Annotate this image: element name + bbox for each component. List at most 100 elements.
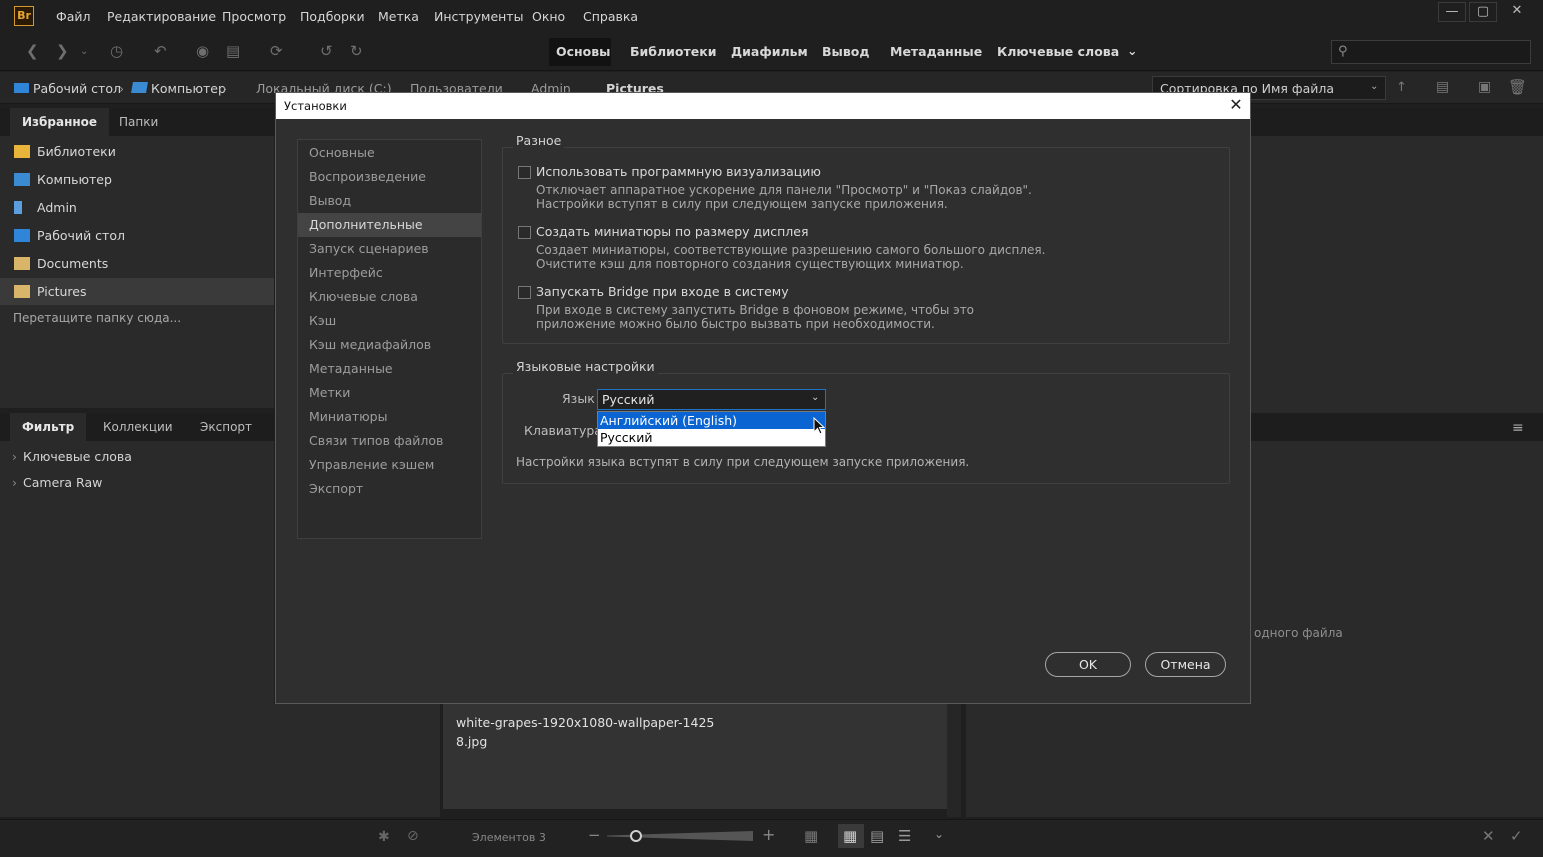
favorite-item-desktop[interactable]: Рабочий стол	[14, 228, 125, 243]
new-folder-icon[interactable]: ▤	[1436, 79, 1449, 95]
thumbnail-filename[interactable]: white-grapes-1920x1080-wallpaper-1425	[456, 715, 714, 730]
refine-icon[interactable]: ▤	[226, 42, 240, 60]
nav-item-media-cache[interactable]: Кэш медиафайлов	[298, 333, 481, 357]
workspace-metadata[interactable]: Метаданные	[890, 44, 982, 59]
slider-handle[interactable]	[630, 830, 642, 842]
menu-stacks[interactable]: Подборки	[300, 9, 365, 24]
nav-item-labels[interactable]: Метки	[298, 381, 481, 405]
workspace-filmstrip[interactable]: Диафильм	[731, 44, 808, 59]
nav-item-startup-scripts[interactable]: Запуск сценариев	[298, 237, 481, 261]
search-input[interactable]	[1331, 40, 1531, 64]
workspace-output[interactable]: Вывод	[822, 44, 869, 59]
apply-icon[interactable]: ✓	[1510, 827, 1523, 845]
launch-at-login-desc: При входе в систему запустить Bridge в ф…	[536, 303, 975, 317]
workspace-keywords[interactable]: Ключевые слова	[997, 44, 1119, 59]
nav-item-export[interactable]: Экспорт	[298, 477, 481, 501]
language-select[interactable]: Русский	[597, 389, 826, 410]
chevron-down-icon[interactable]: ⌄	[934, 827, 944, 841]
recent-icon[interactable]: ◷	[110, 42, 123, 60]
pin-icon[interactable]: ✱	[378, 829, 390, 845]
no-filter-icon[interactable]: ⊘	[407, 828, 419, 844]
nav-item-cache-management[interactable]: Управление кэшем	[298, 453, 481, 477]
software-rendering-checkbox[interactable]	[518, 166, 531, 179]
nav-item-thumbnails[interactable]: Миниатюры	[298, 405, 481, 429]
workspace-essentials[interactable]: Основы	[556, 44, 610, 59]
view-list-icon[interactable]: ☰	[898, 827, 911, 845]
maximize-icon[interactable]: ▢	[1469, 2, 1497, 22]
menu-file[interactable]: Файл	[56, 9, 91, 24]
reject-icon[interactable]: ✕	[1482, 827, 1495, 845]
forward-icon[interactable]: ❯	[56, 42, 69, 60]
filter-item-camera-raw[interactable]: › Camera Raw	[12, 475, 102, 490]
menu-help[interactable]: Справка	[583, 9, 638, 24]
workspace-libraries[interactable]: Библиотеки	[630, 44, 716, 59]
favorite-item-documents[interactable]: Documents	[14, 256, 108, 271]
breadcrumb-computer[interactable]: Компьютер	[151, 81, 226, 96]
tab-export[interactable]: Экспорт	[188, 413, 264, 441]
chevron-down-icon[interactable]: ⌄	[80, 46, 88, 57]
menu-view[interactable]: Просмотр	[222, 9, 286, 24]
tab-folders[interactable]: Папки	[107, 108, 170, 136]
tab-favorites[interactable]: Избранное	[10, 108, 110, 136]
content-scrollbar[interactable]	[947, 704, 961, 817]
menu-window[interactable]: Окно	[532, 9, 565, 24]
camera-icon[interactable]: ◉	[196, 42, 209, 60]
nav-item-playback[interactable]: Воспроизведение	[298, 165, 481, 189]
language-option-russian[interactable]: Русский	[598, 429, 825, 446]
grid-lock-icon[interactable]: ▦	[804, 827, 818, 845]
rotate-left-icon[interactable]: ↺	[320, 42, 333, 60]
tab-filter[interactable]: Фильтр	[10, 413, 87, 441]
menu-label[interactable]: Метка	[378, 9, 419, 24]
breadcrumb-desktop[interactable]: Рабочий стол	[33, 81, 121, 96]
nav-item-metadata[interactable]: Метаданные	[298, 357, 481, 381]
nav-item-output[interactable]: Вывод	[298, 189, 481, 213]
favorite-label: Компьютер	[37, 172, 112, 187]
nav-item-cache[interactable]: Кэш	[298, 309, 481, 333]
close-window-icon[interactable]: ✕	[1503, 2, 1531, 22]
back-icon[interactable]: ❮	[26, 42, 39, 60]
display-thumbnails-label[interactable]: Создать миниатюры по размеру дисплея	[536, 224, 809, 239]
trash-icon[interactable]: 🗑	[1508, 78, 1527, 96]
favorite-item-pictures[interactable]: Pictures	[14, 284, 87, 299]
launch-at-login-checkbox[interactable]	[518, 286, 531, 299]
close-icon[interactable]: ✕	[1226, 95, 1246, 115]
zoom-in-icon[interactable]: +	[762, 825, 775, 844]
menu-tools[interactable]: Инструменты	[434, 9, 523, 24]
chevron-down-icon[interactable]: ⌄	[1127, 43, 1137, 58]
launch-at-login-label[interactable]: Запускать Bridge при входе в систему	[536, 284, 789, 299]
cancel-button[interactable]: Отмена	[1145, 652, 1226, 677]
nav-item-file-type-associations[interactable]: Связи типов файлов	[298, 429, 481, 453]
photo-downloader-icon[interactable]: ⟳	[270, 42, 283, 60]
minimize-icon[interactable]: —	[1438, 2, 1466, 22]
display-thumbnails-checkbox[interactable]	[518, 226, 531, 239]
view-details-icon[interactable]: ▤	[870, 827, 884, 845]
nav-item-advanced[interactable]: Дополнительные	[298, 213, 481, 237]
folder-icon[interactable]: ▣	[1478, 79, 1491, 95]
favorite-item-admin[interactable]: Admin	[14, 200, 77, 215]
menu-edit[interactable]: Редактирование	[107, 9, 216, 24]
boomerang-icon[interactable]: ↶	[154, 42, 167, 60]
chevron-down-icon[interactable]: ⌄	[811, 392, 819, 403]
tab-collections[interactable]: Коллекции	[91, 413, 185, 441]
ok-button[interactable]: OK	[1045, 652, 1131, 677]
zoom-out-icon[interactable]: −	[588, 826, 601, 844]
filter-item-keywords[interactable]: › Ключевые слова	[12, 449, 132, 464]
preferences-dialog: Установки ✕ Основные Воспроизведение Выв…	[275, 92, 1251, 704]
software-rendering-desc: Отключает аппаратное ускорение для панел…	[536, 183, 1032, 197]
display-thumbnails-desc: Создает миниатюры, соответствующие разре…	[536, 243, 1046, 257]
view-thumbnails-icon[interactable]: ▦	[843, 827, 857, 845]
favorite-item-libraries[interactable]: Библиотеки	[14, 144, 116, 159]
right-lower-panel	[966, 704, 1251, 817]
panel-menu-icon[interactable]: ≡	[1512, 420, 1524, 436]
rotate-right-icon[interactable]: ↻	[350, 42, 363, 60]
language-option-english[interactable]: Английский (English)	[598, 412, 825, 429]
sort-ascending-icon[interactable]: ↑	[1396, 80, 1407, 95]
nav-item-keywords[interactable]: Ключевые слова	[298, 285, 481, 309]
nav-item-interface[interactable]: Интерфейс	[298, 261, 481, 285]
launch-at-login-desc-2: приложение можно было быстро вызвать при…	[536, 317, 935, 331]
language-value: Русский	[602, 392, 655, 407]
favorite-item-computer[interactable]: Компьютер	[14, 172, 112, 187]
software-rendering-label[interactable]: Использовать программную визуализацию	[536, 164, 821, 179]
favorite-label: Рабочий стол	[37, 228, 125, 243]
nav-item-general[interactable]: Основные	[298, 141, 481, 165]
